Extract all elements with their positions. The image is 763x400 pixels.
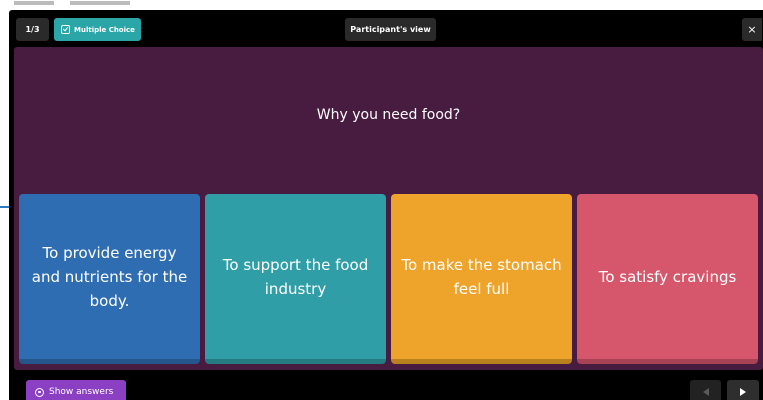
close-button[interactable]: × xyxy=(742,18,762,41)
answer-option-label: To make the stomach feel full xyxy=(401,255,562,298)
checkbox-icon xyxy=(61,25,70,34)
next-slide-button[interactable] xyxy=(727,380,759,400)
eye-icon xyxy=(35,387,44,397)
show-answers-button[interactable]: Show answers xyxy=(26,380,126,400)
answer-option-label: To satisfy cravings xyxy=(598,267,737,286)
close-icon: × xyxy=(747,23,757,36)
answer-option-4[interactable]: To satisfy cravings xyxy=(577,194,758,364)
answer-option-label: To provide energy and nutrients for the … xyxy=(31,243,188,310)
question-text: Why you need food? xyxy=(316,107,461,123)
show-answers-label: Show answers xyxy=(49,387,114,397)
background-page-mark xyxy=(70,1,130,5)
triangle-right-icon xyxy=(740,388,746,396)
answer-option-1[interactable]: To provide energy and nutrients for the … xyxy=(19,194,200,364)
question-type-badge[interactable]: Multiple Choice xyxy=(54,18,141,41)
previous-slide-button[interactable] xyxy=(690,380,721,400)
answer-options: To provide energy and nutrients for the … xyxy=(19,194,759,365)
background-page-mark xyxy=(14,1,54,5)
question-type-label: Multiple Choice xyxy=(74,25,135,34)
answer-option-2[interactable]: To support the food industry xyxy=(205,194,386,364)
presentation-modal: 1/3 Multiple Choice Participant's view ×… xyxy=(9,10,763,400)
triangle-left-icon xyxy=(702,388,709,396)
background-page-strip xyxy=(0,0,763,8)
answer-option-3[interactable]: To make the stomach feel full xyxy=(391,194,572,364)
answer-option-label: To support the food industry xyxy=(222,255,369,298)
slide-canvas: Why you need food? To provide energy and… xyxy=(14,47,763,370)
participant-view-button[interactable]: Participant's view xyxy=(345,18,436,41)
slide-counter: 1/3 xyxy=(16,18,49,41)
